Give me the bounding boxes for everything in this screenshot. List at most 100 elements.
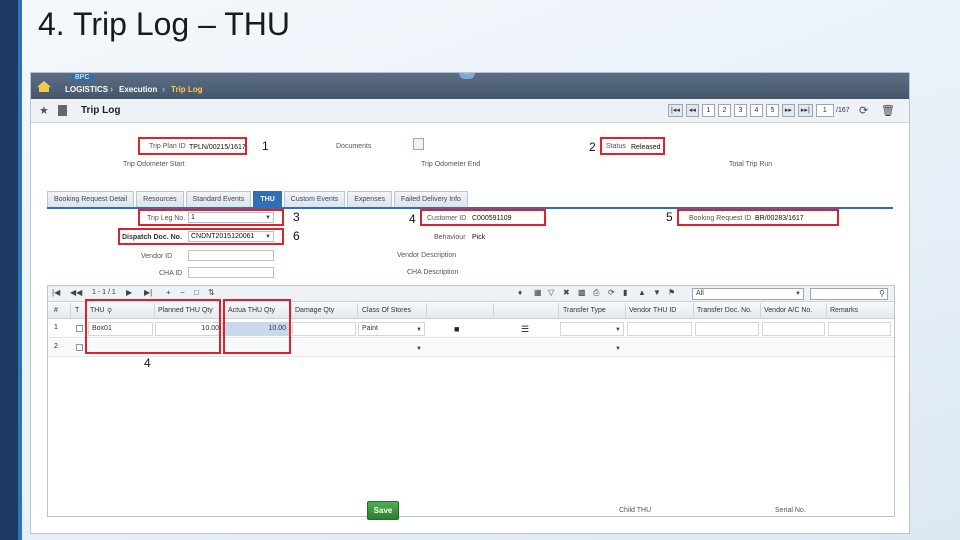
cha-id-input[interactable]: [188, 267, 274, 278]
tab-booking-request-detail[interactable]: Booking Request Detail: [47, 191, 135, 207]
column-header-remarks[interactable]: Remarks: [830, 307, 858, 314]
package-icon[interactable]: ■: [454, 324, 459, 334]
chevron-right-icon: ›: [110, 84, 113, 94]
top-navigation-bar: BPC LOGISTICS › Execution › Trip Log ˄: [31, 73, 909, 99]
grid-filter-value: All: [696, 290, 704, 297]
tab-failed-delivery-info[interactable]: Failed Delivery Info: [394, 191, 468, 207]
excel-export-icon[interactable]: ✖: [563, 288, 570, 297]
tab-expenses[interactable]: Expenses: [347, 191, 392, 207]
tab-standard-events[interactable]: Standard Events: [185, 191, 252, 207]
chevron-down-icon: ▼: [416, 346, 422, 352]
class-of-stores-cell[interactable]: ▼: [358, 341, 425, 355]
star-icon[interactable]: ★: [39, 104, 49, 117]
remove-row-icon[interactable]: −: [180, 288, 185, 297]
pager-page-1[interactable]: 1: [701, 104, 715, 117]
pager-page-2[interactable]: 2: [717, 104, 731, 117]
save-button[interactable]: Save: [367, 501, 399, 520]
booking-request-id-label: Booking Request ID: [689, 215, 752, 222]
vendor-ac-no-cell[interactable]: [762, 322, 825, 336]
transfer-type-cell[interactable]: ▼: [560, 322, 624, 336]
pager-current-input[interactable]: 1: [815, 104, 834, 117]
breadcrumb-logistics[interactable]: LOGISTICS: [65, 85, 108, 94]
bookmark-icon[interactable]: ⚑: [668, 288, 675, 297]
behaviour-label: Behaviour: [434, 234, 466, 241]
grid-settings-icon[interactable]: ▩: [578, 288, 586, 297]
column-header-transfer-doc-no[interactable]: Transfer Doc. No.: [697, 307, 752, 314]
callout-number: 2: [589, 140, 596, 154]
next-page-icon[interactable]: ▶: [126, 288, 132, 297]
tab-custom-events[interactable]: Custom Events: [283, 191, 346, 207]
class-of-stores-cell[interactable]: Paint ▼: [358, 322, 425, 336]
pager-page-3[interactable]: 3: [733, 104, 747, 117]
document-attachment-icon[interactable]: [413, 138, 424, 150]
class-of-stores-value: Paint: [362, 325, 378, 332]
row-checkbox[interactable]: [76, 344, 83, 351]
pager-page-4[interactable]: 4: [749, 104, 763, 117]
child-thu-label: Child THU: [619, 507, 652, 514]
chevron-right-icon: ›: [162, 84, 165, 94]
tab-thu[interactable]: THU: [253, 191, 282, 207]
column-header-vendor-ac-no[interactable]: Vendor A/C No.: [764, 307, 812, 314]
pager-first-button[interactable]: |◂◂: [668, 104, 683, 117]
breadcrumb-execution[interactable]: Execution: [119, 85, 157, 94]
tab-resources[interactable]: Resources: [136, 191, 184, 207]
serial-no-label: Serial No.: [775, 507, 806, 514]
search-icon[interactable]: ⚲: [879, 290, 885, 298]
row-checkbox[interactable]: [76, 325, 83, 332]
filter-icon[interactable]: ▽: [548, 288, 554, 297]
column-chooser-icon[interactable]: ▦: [534, 288, 542, 297]
breadcrumb-trip-log: Trip Log: [171, 85, 203, 94]
first-page-icon[interactable]: |◀: [52, 288, 60, 297]
refresh-icon[interactable]: ⟳: [608, 288, 615, 297]
trip-odometer-start-label: Trip Odometer Start: [123, 161, 185, 168]
documents-label: Documents: [336, 143, 372, 150]
transfer-doc-no-cell[interactable]: [695, 322, 759, 336]
grid-search-input[interactable]: ⚲: [810, 288, 888, 300]
pdf-export-icon[interactable]: ♦: [518, 288, 522, 297]
sort-icon[interactable]: ⇅: [208, 288, 215, 297]
slide-accent-bar-inner: [18, 0, 22, 540]
remarks-cell[interactable]: [828, 322, 891, 336]
column-header-class-of-stores[interactable]: Class Of Stores: [362, 307, 411, 314]
column-header-vendor-thu-id[interactable]: Vendor THU ID: [629, 307, 676, 314]
home-icon[interactable]: [37, 81, 51, 92]
move-down-icon[interactable]: ▼: [653, 288, 661, 297]
record-pager: |◂◂ ◂◂ 1 2 3 4 5 ▸▸ ▸▸| 1: [668, 104, 834, 117]
last-page-icon[interactable]: ▶|: [144, 288, 152, 297]
prev-page-icon[interactable]: ◀◀: [70, 288, 82, 297]
column-header-damage-qty[interactable]: Damage Qty: [295, 307, 334, 314]
callout-box-thu-column: [85, 299, 221, 354]
callout-number: 6: [293, 229, 300, 243]
print-icon[interactable]: ⎙: [593, 288, 599, 298]
vendor-description-label: Vendor Description: [397, 252, 457, 259]
column-header-number: #: [54, 307, 58, 314]
row-number: 1: [54, 324, 58, 331]
pager-page-5[interactable]: 5: [765, 104, 779, 117]
damage-qty-cell[interactable]: [292, 322, 356, 336]
pager-prev-button[interactable]: ◂◂: [685, 104, 699, 117]
pager-total: /167: [836, 107, 850, 114]
chevron-down-icon: ▼: [416, 327, 422, 333]
column-header-transfer-type[interactable]: Transfer Type: [563, 307, 606, 314]
clipboard-icon[interactable]: ▮: [623, 288, 627, 297]
cha-id-label: CHA ID: [159, 270, 183, 277]
vendor-id-label: Vendor ID: [141, 253, 173, 260]
move-up-icon[interactable]: ▲: [638, 288, 646, 297]
chevron-up-icon[interactable]: ˄: [459, 73, 475, 79]
delete-icon[interactable]: 🗑: [881, 104, 895, 117]
pager-last-button[interactable]: ▸▸|: [797, 104, 813, 117]
chevron-down-icon: ▼: [615, 327, 621, 333]
status-label: Status: [606, 143, 626, 150]
vendor-id-input[interactable]: [188, 250, 274, 261]
grid-filter-select[interactable]: All ▼: [692, 288, 804, 300]
callout-number: 3: [293, 210, 300, 224]
add-row-icon[interactable]: +: [166, 288, 171, 297]
behaviour-value: Pick: [472, 234, 486, 241]
callout-number: 5: [666, 210, 673, 224]
transfer-type-cell[interactable]: ▼: [560, 341, 624, 355]
vendor-thu-id-cell[interactable]: [627, 322, 692, 336]
pager-next-button[interactable]: ▸▸: [781, 104, 795, 117]
copy-row-icon[interactable]: □: [194, 288, 199, 297]
refresh-icon[interactable]: ⟳: [859, 104, 868, 117]
list-icon[interactable]: ☰: [521, 324, 529, 335]
